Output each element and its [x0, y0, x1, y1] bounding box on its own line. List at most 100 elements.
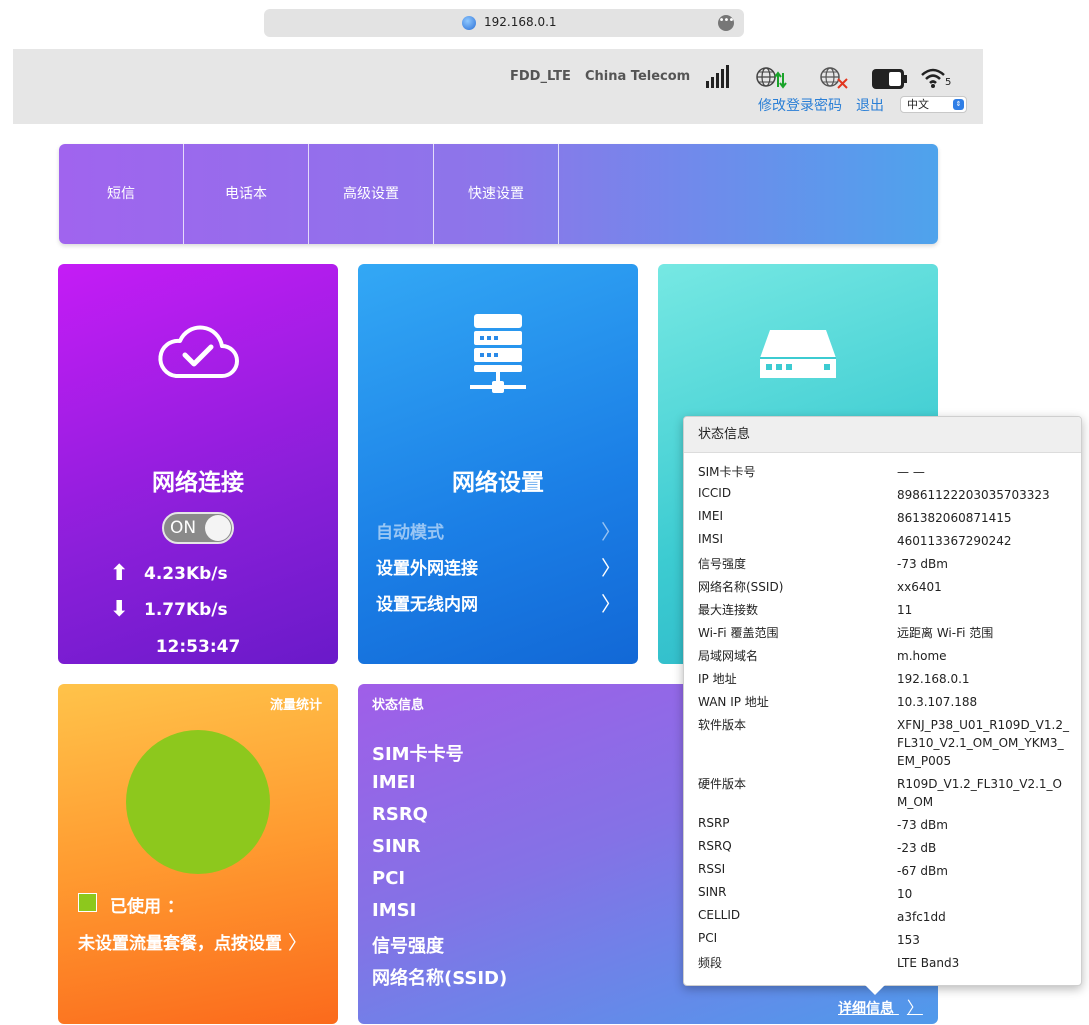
status-item: RSRQ — [372, 804, 428, 825]
status-item: 信号强度 — [372, 936, 444, 957]
traffic-stats-tile[interactable]: 流量统计 已使用 ： 未设置流量套餐，点按设置 〉 — [58, 684, 338, 1024]
auto-mode-item[interactable]: 自动模式 〉 — [376, 518, 621, 544]
status-item: IMSI — [372, 900, 417, 921]
carrier-name: China Telecom — [585, 69, 691, 84]
cloud-check-icon — [158, 325, 239, 378]
network-settings-title: 网络设置 — [452, 470, 544, 496]
network-settings-tile: 网络设置 自动模式 〉 设置外网连接 〉 设置无线内网 〉 — [358, 264, 638, 664]
chevron-right-icon: 〉 — [287, 932, 307, 954]
download-speed-value: 1.77Kb/s — [144, 600, 228, 620]
chevron-right-icon: 〉 — [906, 998, 923, 1017]
wlan-setup-label: 设置无线内网 — [376, 595, 478, 615]
popup-row-key: CELLID — [698, 908, 741, 922]
url-text: 192.168.0.1 — [484, 15, 557, 29]
popup-row-value: 153 — [897, 933, 920, 947]
popup-row-key: RSRP — [698, 816, 730, 830]
popup-row-value: xx6401 — [897, 580, 942, 594]
popup-row-value: 89861122203035703323 — [897, 488, 1050, 502]
wlan-setup-item[interactable]: 设置无线内网 〉 — [376, 590, 621, 616]
status-item: PCI — [372, 868, 406, 889]
network-type: FDD_LTE — [510, 69, 571, 84]
status-item: 网络名称(SSID) — [372, 968, 508, 989]
network-connection-title: 网络连接 — [152, 470, 244, 496]
internet-connected-icon — [756, 67, 787, 89]
popup-row-key: 最大连接数 — [698, 603, 759, 617]
top-header: FDD_LTE China Telecom 5 修改登录密码 退出 中文 ⇕ — [13, 49, 983, 124]
site-globe-icon — [462, 16, 476, 30]
status-list: SIM卡卡号 IMEI RSRQ SINR PCI IMSI 信号强度 网络名称… — [372, 740, 507, 996]
status-info-title: 状态信息 — [372, 698, 425, 713]
popup-row-key: 硬件版本 — [698, 777, 747, 791]
used-legend-swatch — [78, 893, 97, 912]
download-speed: ⬇ 1.77Kb/s — [110, 597, 228, 622]
popup-row-value: -73 dBm — [897, 557, 948, 571]
popup-row-key: IP 地址 — [698, 672, 737, 686]
popup-row-key: Wi-Fi 覆盖范围 — [698, 626, 779, 640]
popup-row-value: m.home — [897, 649, 947, 663]
main-nav: 短信 电话本 高级设置 快速设置 — [59, 144, 938, 244]
popup-row-key: 网络名称(SSID) — [698, 580, 784, 594]
set-plan-label: 未设置流量套餐，点按设置 — [78, 934, 282, 954]
popup-title: 状态信息 — [684, 417, 1081, 453]
battery-icon — [872, 69, 907, 89]
popup-row-value: R109D_V1.2_FL310_V2.1_OM_OM — [897, 777, 1063, 809]
connection-time: 12:53:47 — [155, 637, 241, 657]
popup-row-key: 局域网域名 — [698, 649, 759, 663]
address-bar[interactable]: 192.168.0.1 ••• — [264, 9, 744, 37]
popup-row-key: 信号强度 — [698, 557, 747, 571]
nav-item-advanced-settings[interactable]: 高级设置 — [309, 144, 434, 244]
popup-row-value: -23 dB — [897, 841, 937, 855]
popup-row-key: RSSI — [698, 862, 726, 876]
language-select[interactable]: 中文 ⇕ — [900, 96, 967, 113]
popup-row-key: PCI — [698, 931, 718, 945]
popup-row-key: ICCID — [698, 486, 732, 500]
connection-toggle[interactable]: ON — [162, 512, 234, 544]
upload-speed: ⬆ 4.23Kb/s — [110, 561, 228, 586]
popup-row-key: 频段 — [698, 956, 723, 970]
nav-item-quick-setup[interactable]: 快速设置 — [434, 144, 559, 244]
wan-disconnected-icon — [820, 67, 848, 89]
select-arrows-icon: ⇕ — [953, 99, 964, 110]
nav-item-sms[interactable]: 短信 — [59, 144, 184, 244]
used-label: 已使用 ： — [110, 897, 184, 917]
status-item: IMEI — [372, 772, 416, 793]
details-link-label: 详细信息 — [838, 1001, 894, 1017]
status-details-popup: 状态信息 SIM卡卡号 — — ICCID 89861122203035703323 I… — [683, 416, 1082, 986]
popup-row-value: 10 — [897, 887, 913, 901]
toggle-knob — [205, 515, 231, 541]
nav-item-phonebook[interactable]: 电话本 — [184, 144, 309, 244]
logout-link[interactable]: 退出 — [856, 95, 884, 115]
status-item: SIM卡卡号 — [372, 744, 464, 765]
wan-setup-item[interactable]: 设置外网连接 〉 — [376, 554, 621, 580]
traffic-stats-title: 流量统计 — [269, 698, 322, 713]
popup-row-value: 远距离 Wi-Fi 范围 — [897, 626, 994, 640]
popup-row-value: a3fc1dd — [897, 910, 946, 924]
change-password-link[interactable]: 修改登录密码 — [758, 95, 842, 115]
wifi-icon — [921, 68, 945, 88]
popup-row-key: RSRQ — [698, 839, 732, 853]
more-options-icon[interactable]: ••• — [718, 15, 734, 31]
upload-speed-value: 4.23Kb/s — [144, 564, 228, 584]
chevron-right-icon: 〉 — [601, 592, 621, 616]
language-value: 中文 — [907, 98, 929, 111]
popup-row-value: 460113367290242 — [897, 534, 1012, 548]
chevron-right-icon: 〉 — [601, 520, 621, 544]
popup-row-value: LTE Band3 — [897, 956, 960, 970]
popup-row-value: 861382060871415 — [897, 511, 1012, 525]
popup-row-key: IMEI — [698, 509, 724, 523]
network-connection-tile: 网络连接 ON ⬆ 4.23Kb/s ⬇ 1.77Kb/s 12:53:47 — [58, 264, 338, 664]
wan-setup-label: 设置外网连接 — [376, 559, 478, 579]
details-link[interactable]: 详细信息 〉 — [838, 994, 923, 1018]
popup-row-value: -67 dBm — [897, 864, 948, 878]
popup-row-key: IMSI — [698, 532, 724, 546]
signal-bars-icon — [706, 64, 732, 88]
popup-pointer — [865, 985, 885, 995]
status-item: SINR — [372, 836, 421, 857]
popup-row-key: WAN IP 地址 — [698, 695, 769, 709]
router-icon — [760, 330, 836, 378]
upload-arrow-icon: ⬆ — [110, 561, 129, 586]
wifi-count: 5 — [945, 77, 952, 88]
toggle-label: ON — [170, 518, 197, 538]
set-plan-link[interactable]: 未设置流量套餐，点按设置 〉 — [78, 928, 307, 955]
popup-row-value: 10.3.107.188 — [897, 695, 978, 709]
